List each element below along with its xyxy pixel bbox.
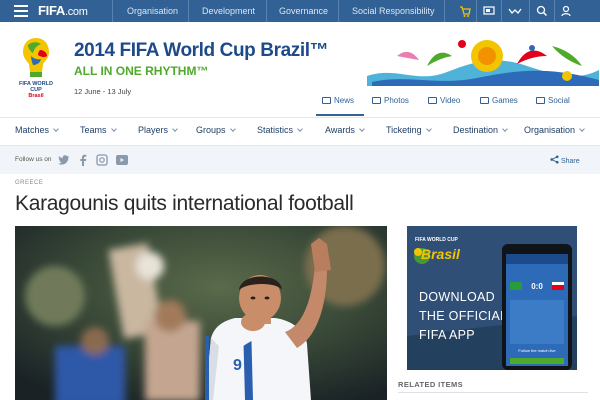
phone-screen: 0:0 Follow the match live [506,254,568,366]
tab-news[interactable]: News [316,94,364,116]
user-icon[interactable] [561,3,571,19]
event-header: FIFA WORLD CUP Brasil 2014 FIFA World Cu… [0,22,600,117]
topnav-social-responsibility[interactable]: Social Responsibility [352,6,435,16]
news-icon [322,97,331,104]
video-icon [428,97,437,104]
tab-video[interactable]: Video [428,94,460,116]
divider [188,0,189,22]
phone-score: 0:0 [531,282,543,291]
divider [554,0,555,22]
follow-bar: Follow us on Share [0,146,600,174]
chevron-down-icon [579,126,585,132]
chevron-down-icon [110,126,117,132]
decorative-banner [367,40,599,86]
topnav-organisation[interactable]: Organisation [127,6,178,16]
handshake-icon[interactable] [508,3,522,19]
divider [501,0,502,22]
twitter-icon[interactable] [58,154,70,166]
gamepad-icon [480,97,489,104]
player-photo: 9 [15,226,387,400]
tab-social[interactable]: Social [536,94,570,116]
cart-icon[interactable] [459,3,471,19]
tab-photos[interactable]: Photos [372,94,409,116]
nav-groups[interactable]: Groups [196,125,236,135]
tv-icon[interactable] [483,3,495,19]
follow-label: Follow us on [15,156,52,163]
event-dates: 12 June - 13 July [74,87,132,96]
divider [266,0,267,22]
event-title: 2014 FIFA World Cup Brazil™ [74,40,329,61]
chevron-down-icon [425,126,432,132]
chevron-down-icon [172,126,178,132]
tab-games[interactable]: Games [480,94,518,116]
article-category[interactable]: GREECE [15,180,43,186]
divider [112,0,113,22]
chevron-down-icon [359,126,365,132]
nav-destination[interactable]: Destination [453,125,508,135]
divider [338,0,339,22]
nav-ticketing[interactable]: Ticketing [386,125,432,135]
nav-matches[interactable]: Matches [15,125,59,135]
share-icon [550,155,559,164]
ad-logo-text: FIFA WORLD CUP [415,237,458,243]
menu-icon[interactable] [14,5,28,17]
search-icon[interactable] [536,3,548,19]
divider [529,0,530,22]
social-icon [536,97,545,104]
fifa-app-advertisement[interactable]: FIFA WORLD CUP Brasil DOWNLOAD THE OFFIC… [407,226,577,370]
instagram-icon[interactable] [96,154,108,166]
youtube-icon[interactable] [115,154,129,166]
phone-caption: Follow the match live [518,348,556,353]
event-slogan: ALL IN ONE RHYTHM™ [74,64,209,78]
related-items-heading: RELATED ITEMS [398,380,464,389]
camera-icon [372,97,381,104]
article-photo: 9 [15,226,387,400]
divider [398,392,588,393]
share-button[interactable]: Share [550,155,580,165]
main-navigation: Matches Teams Players Groups Statistics … [0,117,600,146]
facebook-icon[interactable] [78,154,88,166]
topnav-development[interactable]: Development [202,6,255,16]
nav-teams[interactable]: Teams [80,125,117,135]
phone-screen-graphic: 0:0 Follow the match live [506,254,568,366]
phone-image: 0:0 Follow the match live [502,244,572,370]
nav-awards[interactable]: Awards [325,125,365,135]
chevron-down-icon [53,126,59,132]
nav-organisation[interactable]: Organisation [524,125,585,135]
world-cup-trophy-logo[interactable] [18,36,54,80]
ad-headline: DOWNLOAD THE OFFICIAL FIFA APP [419,290,508,342]
top-bar: FIFA.com Organisation Development Govern… [0,0,600,22]
chevron-down-icon [229,126,236,132]
nav-statistics[interactable]: Statistics [257,125,303,135]
shirt-number: 9 [233,357,242,374]
world-cup-label: FIFA WORLD CUP Brasil [18,81,53,99]
nav-players[interactable]: Players [138,125,178,135]
ad-brand-word: Brasil [421,246,460,262]
chevron-down-icon [502,126,508,132]
divider [476,0,477,22]
article-headline: Karagounis quits international football [15,192,354,215]
fifa-logo[interactable]: FIFA.com [38,3,88,18]
topnav-governance[interactable]: Governance [279,6,328,16]
divider [444,0,445,22]
chevron-down-icon [297,126,303,132]
content-tabs: News Photos Video Games Social [310,94,600,116]
